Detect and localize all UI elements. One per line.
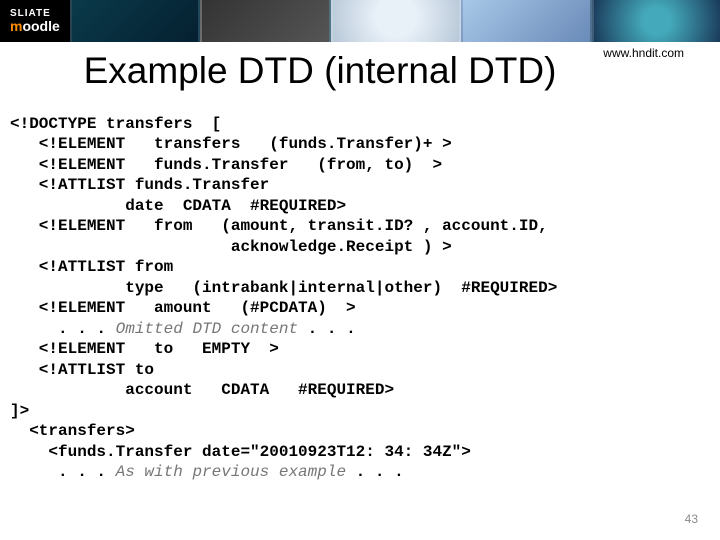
code-line: type (intrabank|internal|other) #REQUIRE… <box>10 279 557 297</box>
code-line: <transfers> <box>10 422 135 440</box>
logo-text-bottom: moodle <box>10 19 60 34</box>
code-line: account CDATA #REQUIRED> <box>10 381 394 399</box>
code-line: <!ATTLIST funds.Transfer <box>10 176 269 194</box>
source-url: www.hndit.com <box>603 46 684 60</box>
code-line: <!ATTLIST to <box>10 361 154 379</box>
code-line: <!ELEMENT to EMPTY > <box>10 340 279 358</box>
code-line: <!ELEMENT transfers (funds.Transfer)+ > <box>10 135 452 153</box>
code-comment: As with previous example <box>116 463 346 481</box>
code-line: <!ATTLIST from <box>10 258 173 276</box>
page-number: 43 <box>685 512 698 526</box>
code-line: <funds.Transfer date="20010923T12: 34: 3… <box>10 443 471 461</box>
code-line: ]> <box>10 402 29 420</box>
logo: SLIATE moodle <box>0 0 70 42</box>
code-comment: . . . <box>10 320 116 338</box>
code-comment: . . . <box>346 463 404 481</box>
code-line: date CDATA #REQUIRED> <box>10 197 346 215</box>
header-banner: SLIATE moodle <box>0 0 720 42</box>
code-comment: . . . <box>298 320 356 338</box>
code-comment: . . . <box>10 463 116 481</box>
code-line: <!ELEMENT from (amount, transit.ID? , ac… <box>10 217 548 235</box>
code-comment: Omitted DTD content <box>116 320 298 338</box>
code-line: <!DOCTYPE transfers [ <box>10 115 221 133</box>
code-line: <!ELEMENT amount (#PCDATA) > <box>10 299 356 317</box>
code-line: acknowledge.Receipt ) > <box>10 238 452 256</box>
code-listing: <!DOCTYPE transfers [ <!ELEMENT transfer… <box>0 92 720 482</box>
code-line: <!ELEMENT funds.Transfer (from, to) > <box>10 156 442 174</box>
banner-graphic <box>70 0 720 42</box>
